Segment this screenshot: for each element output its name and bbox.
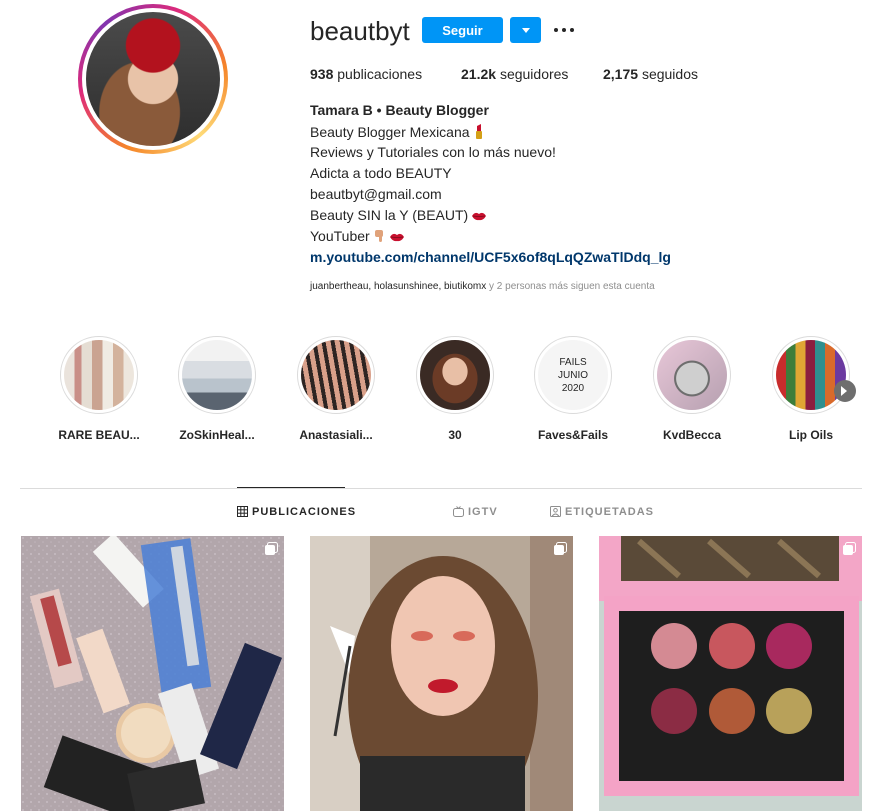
highlight-label: Anastasiali... [299,428,373,442]
highlight-label: Lip Oils [788,428,833,442]
lips-icon [471,209,487,225]
highlights-next-button[interactable] [834,380,856,402]
bio-full-name: Tamara B • Beauty Blogger [310,102,489,118]
post-thumbnail[interactable] [599,536,862,811]
chevron-down-icon [522,28,530,33]
grid-icon [237,506,248,517]
post-thumbnail[interactable] [310,536,573,811]
highlight-cover [64,340,134,410]
story-highlight[interactable]: ZoSkinHeal... [172,336,262,442]
lips-icon [389,230,405,246]
igtv-icon [453,506,464,517]
highlight-label: Faves&Fails [537,428,609,442]
highlight-cover [776,340,846,410]
highlight-cover [301,340,371,410]
posts-count: 938 [310,66,334,82]
highlight-label: KvdBecca [662,428,722,442]
post-thumbnail[interactable] [21,536,284,811]
follow-button[interactable]: Seguir [422,17,503,43]
bio-line: Reviews y Tutoriales con lo más nuevo! [310,144,556,160]
story-highlight[interactable]: KvdBecca [647,336,737,442]
more-horizontal-icon [554,28,558,32]
posts-count-stat: 938 publicaciones [310,66,422,82]
tab-posts[interactable]: PUBLICACIONES [237,506,356,518]
highlight-label: ZoSkinHeal... [179,428,255,442]
bio-external-link[interactable]: m.youtube.com/channel/UCF5x6of8qLqQZwaTl… [310,249,671,265]
bio-line: Adicta a todo BEAUTY [310,165,452,181]
avatar [86,12,220,146]
story-highlight[interactable]: Anastasiali... [291,336,381,442]
active-tab-indicator [237,487,345,488]
carousel-icon [265,542,278,555]
story-highlight[interactable]: RARE BEAU... [54,336,144,442]
bio-email: beautbyt@gmail.com [310,186,442,202]
tab-igtv[interactable]: IGTV [453,506,498,518]
followers-label: seguidores [499,66,569,82]
following-count: 2,175 [603,66,639,82]
tagged-icon [550,506,561,517]
bio-line: Beauty Blogger Mexicana [310,123,485,142]
tab-tagged[interactable]: ETIQUETADAS [550,506,654,518]
highlight-cover [420,340,490,410]
pointing-down-icon [373,229,386,246]
tabs-divider [20,488,862,489]
more-options-button[interactable] [552,20,576,40]
carousel-icon [843,542,856,555]
bio-line: YouTuber [310,228,405,246]
following-label: seguidos [641,66,698,82]
lipstick-icon [473,123,485,142]
suggested-dropdown-button[interactable] [510,17,541,43]
story-highlight[interactable]: FAILS JUNIO 2020 Faves&Fails [528,336,618,442]
followers-count: 21.2k [461,66,497,82]
followers-stat[interactable]: 21.2k seguidores [461,66,568,82]
posts-label: publicaciones [337,66,423,82]
story-highlight[interactable]: 30 [410,336,500,442]
highlight-label: RARE BEAU... [58,428,140,442]
highlight-cover [657,340,727,410]
username: beautbyt [310,16,410,46]
following-stat[interactable]: 2,175 seguidos [603,66,698,82]
highlight-cover: FAILS JUNIO 2020 [538,340,608,410]
post-image [310,536,573,811]
highlight-label: 30 [448,428,462,442]
carousel-icon [554,542,567,555]
bio-line: Beauty SIN la Y (BEAUT) [310,207,487,225]
profile-avatar-ring[interactable] [78,4,228,154]
highlight-cover [182,340,252,410]
followed-by-text[interactable]: juanbertheau, holasunshinee, biutikomx y… [310,281,655,292]
chevron-right-icon [841,386,847,396]
avatar-border [82,8,224,150]
post-image [599,536,862,811]
post-image [21,536,284,811]
